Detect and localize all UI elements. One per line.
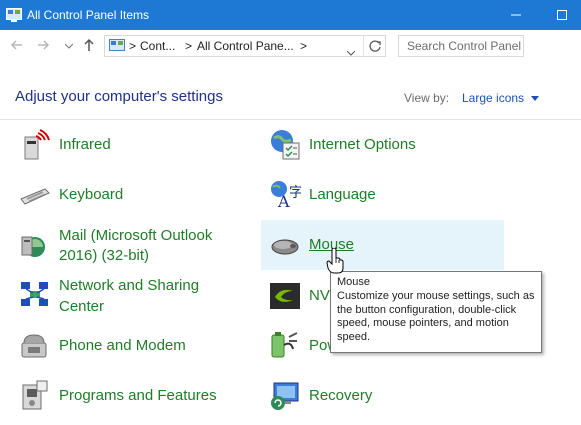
search-placeholder: Search Control Panel: [407, 39, 522, 53]
maximize-icon: [557, 10, 567, 20]
view-by-dropdown[interactable]: Large icons: [462, 91, 540, 105]
item-label: Infrared: [59, 136, 111, 153]
view-by-value: Large icons: [462, 91, 525, 105]
breadcrumb-all-items[interactable]: All Control Pane...: [197, 39, 294, 53]
chevron-down-icon: [346, 50, 356, 56]
item-label: Phone and Modem: [59, 337, 186, 354]
navigation-bar: > Cont... > All Control Pane... > Search…: [0, 30, 581, 64]
item-keyboard[interactable]: Keyboard: [15, 175, 235, 215]
divider: [363, 36, 364, 56]
item-phone-modem[interactable]: Phone and Modem: [15, 325, 235, 365]
up-button[interactable]: [80, 38, 98, 56]
window-title: All Control Panel Items: [27, 8, 150, 22]
internet-options-icon: [271, 130, 300, 160]
address-bar[interactable]: > Cont... > All Control Pane... >: [104, 35, 386, 57]
item-label: NV: [309, 287, 330, 304]
item-programs-features[interactable]: Programs and Features: [15, 375, 245, 415]
mouse-tooltip: Mouse Customize your mouse settings, suc…: [330, 271, 542, 353]
item-label: Internet Options: [309, 136, 416, 153]
control-panel-icon: [109, 39, 125, 51]
up-arrow-icon: [84, 38, 94, 51]
divider: [0, 119, 581, 120]
back-button[interactable]: [8, 38, 26, 56]
item-language[interactable]: A 字 Language: [265, 175, 505, 215]
tooltip-title: Mouse: [337, 276, 371, 288]
programs-icon: [22, 380, 48, 410]
item-mouse[interactable]: Mouse: [265, 225, 505, 265]
breadcrumb-control-panel[interactable]: Cont...: [140, 39, 175, 53]
recent-locations-button[interactable]: [60, 38, 78, 56]
item-label-line1: Mail (Microsoft Outlook: [59, 227, 213, 244]
breadcrumb-separator: >: [129, 39, 137, 53]
item-label: Programs and Features: [59, 387, 217, 404]
infrared-icon: [24, 129, 50, 160]
item-internet-options[interactable]: Internet Options: [265, 125, 505, 165]
view-by-label: View by:: [404, 91, 450, 105]
phone-modem-icon: [21, 334, 47, 358]
item-recovery[interactable]: Recovery: [265, 375, 505, 415]
tooltip-body: Customize your mouse settings, such as t…: [337, 290, 535, 343]
breadcrumb-separator: >: [185, 39, 193, 53]
search-input[interactable]: Search Control Panel: [398, 35, 524, 57]
forward-arrow-icon: [38, 40, 50, 50]
language-icon: A 字: [271, 181, 301, 211]
address-dropdown-button[interactable]: [346, 43, 356, 61]
page-title: Adjust your computer's settings: [15, 88, 223, 105]
item-label: Language: [309, 186, 376, 203]
refresh-icon: [369, 40, 381, 52]
forward-button[interactable]: [34, 38, 52, 56]
network-icon: [21, 282, 48, 306]
item-mail[interactable]: Mail (Microsoft Outlook 2016) (32-bit): [15, 225, 255, 271]
item-label-line2: 2016) (32-bit): [59, 247, 150, 264]
item-label-line1: Network and Sharing: [59, 277, 200, 294]
back-arrow-icon: [10, 40, 22, 50]
recovery-icon: [271, 382, 299, 410]
refresh-button[interactable]: [368, 39, 382, 58]
chevron-down-icon: [531, 96, 540, 101]
mouse-icon: [271, 239, 299, 255]
item-label: Keyboard: [59, 186, 124, 203]
nvidia-icon: [270, 283, 300, 309]
power-icon: [271, 332, 298, 358]
chevron-down-icon: [64, 43, 74, 49]
item-label: Recovery: [309, 387, 373, 404]
hand-cursor-icon: [326, 248, 344, 274]
minimize-icon: [511, 14, 521, 16]
breadcrumb-separator: >: [300, 39, 308, 53]
control-panel-icon: [6, 8, 22, 22]
item-network-sharing[interactable]: Network and Sharing Center: [15, 275, 255, 321]
svg-text:字: 字: [289, 185, 301, 201]
title-bar: All Control Panel Items: [0, 0, 581, 30]
minimize-button[interactable]: [493, 0, 539, 30]
mail-icon: [21, 236, 45, 257]
item-label-line2: Center: [59, 298, 105, 315]
maximize-button[interactable]: [539, 0, 581, 30]
keyboard-icon: [20, 188, 50, 205]
item-infrared[interactable]: Infrared: [15, 125, 235, 165]
